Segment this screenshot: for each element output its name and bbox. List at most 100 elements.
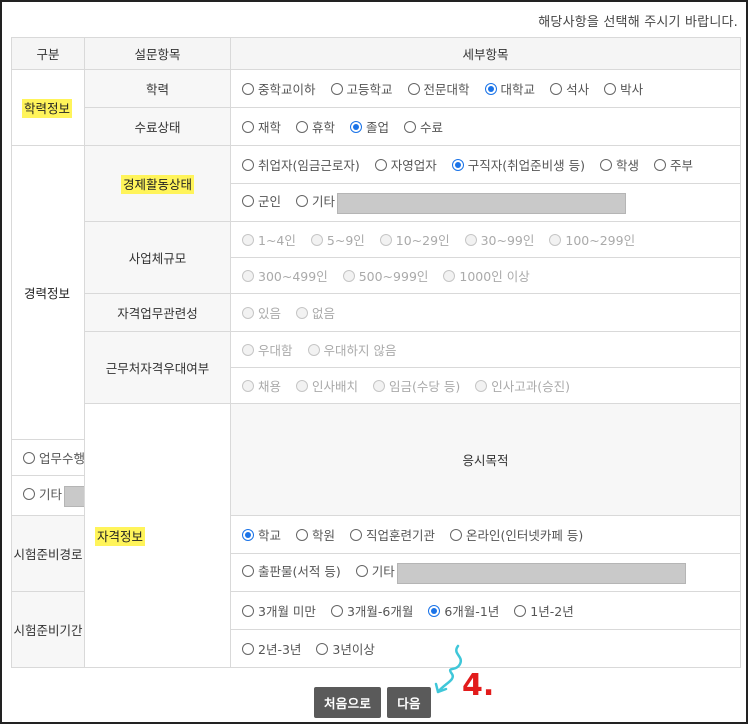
radio-option[interactable]: 졸업 xyxy=(350,117,389,136)
options-economic-2: 군인 기타 xyxy=(230,183,741,222)
radio-button-icon[interactable] xyxy=(242,604,254,617)
radio-button-icon[interactable] xyxy=(23,451,35,464)
radio-option[interactable]: 주부 xyxy=(654,155,693,174)
category-education: 학력정보 xyxy=(11,69,85,146)
radio-button-icon xyxy=(242,306,254,319)
radio-option: 30~99인 xyxy=(464,230,534,249)
radio-button-icon[interactable] xyxy=(600,158,613,171)
radio-label: 취업자(임금근로자) xyxy=(258,158,360,173)
radio-button-icon[interactable] xyxy=(350,528,363,541)
radio-button-icon[interactable] xyxy=(296,120,309,133)
category-qualification: 자격정보 xyxy=(84,403,231,668)
radio-label: 임금(수당 등) xyxy=(389,379,461,394)
radio-option[interactable]: 박사 xyxy=(604,79,643,98)
radio-option[interactable]: 기타 xyxy=(296,191,335,210)
radio-option: 없음 xyxy=(296,303,335,322)
radio-option[interactable]: 학생 xyxy=(600,155,639,174)
radio-button-icon[interactable] xyxy=(550,82,563,95)
radio-label: 업무수행능력향상 xyxy=(39,451,85,466)
radio-button-icon[interactable] xyxy=(242,528,254,541)
radio-button-icon xyxy=(242,269,254,282)
radio-button-icon[interactable] xyxy=(296,194,309,207)
radio-button-icon[interactable] xyxy=(404,120,417,133)
radio-option[interactable]: 취업자(임금근로자) xyxy=(242,155,360,174)
radio-button-icon xyxy=(464,233,477,246)
radio-option[interactable]: 대학교 xyxy=(484,79,535,98)
radio-label: 10~29인 xyxy=(395,233,450,248)
radio-option[interactable]: 자영업자 xyxy=(374,155,437,174)
radio-button-icon[interactable] xyxy=(407,82,420,95)
item-prep-route: 시험준비경로 xyxy=(11,515,85,592)
radio-option[interactable]: 3개월-6개월 xyxy=(330,601,413,620)
radio-label: 휴학 xyxy=(312,120,336,135)
radio-button-icon[interactable] xyxy=(242,642,254,655)
radio-option[interactable]: 기타 xyxy=(355,561,395,580)
radio-option: 있음 xyxy=(242,303,281,322)
radio-label: 고등학교 xyxy=(346,82,393,97)
radio-option[interactable]: 전문대학 xyxy=(407,79,470,98)
radio-button-icon[interactable] xyxy=(428,604,441,617)
radio-button-icon[interactable] xyxy=(23,487,35,500)
radio-option[interactable]: 학교 xyxy=(242,525,281,544)
radio-option[interactable]: 중학교이하 xyxy=(242,79,316,98)
radio-option[interactable]: 군인 xyxy=(242,191,281,210)
radio-option[interactable]: 구직자(취업준비생 등) xyxy=(451,155,585,174)
other-text-input[interactable] xyxy=(64,485,84,507)
radio-button-icon[interactable] xyxy=(654,158,667,171)
radio-button-icon[interactable] xyxy=(296,528,309,541)
radio-button-icon[interactable] xyxy=(451,158,464,171)
options-size-2: 300~499인 500~999인 1000인 이상 xyxy=(230,257,741,294)
radio-button-icon[interactable] xyxy=(484,82,497,95)
radio-label: 수료 xyxy=(420,120,444,135)
radio-button-icon xyxy=(296,306,309,319)
radio-option[interactable]: 1년-2년 xyxy=(514,601,574,620)
radio-button-icon[interactable] xyxy=(330,82,343,95)
radio-button-icon[interactable] xyxy=(374,158,387,171)
radio-option[interactable]: 온라인(인터넷카페 등) xyxy=(450,525,583,544)
radio-option[interactable]: 고등학교 xyxy=(330,79,393,98)
other-text-input[interactable] xyxy=(396,562,686,584)
radio-option: 채용 xyxy=(242,376,281,395)
radio-button-icon xyxy=(549,233,562,246)
radio-button-icon[interactable] xyxy=(604,82,617,95)
radio-option[interactable]: 휴학 xyxy=(296,117,335,136)
radio-option[interactable]: 업무수행능력향상 xyxy=(23,448,85,467)
radio-button-icon[interactable] xyxy=(242,564,254,577)
radio-option[interactable]: 3년이상 xyxy=(316,639,375,658)
radio-button-icon[interactable] xyxy=(350,120,363,133)
radio-label: 학교 xyxy=(258,528,282,543)
radio-option[interactable]: 2년-3년 xyxy=(242,639,301,658)
radio-option[interactable]: 3개월 미만 xyxy=(242,601,316,620)
radio-option[interactable]: 학원 xyxy=(296,525,335,544)
header-survey-item: 설문항목 xyxy=(84,37,231,70)
radio-option: 10~29인 xyxy=(379,230,450,249)
radio-button-icon[interactable] xyxy=(242,194,254,207)
radio-option[interactable]: 직업훈련기관 xyxy=(350,525,435,544)
radio-button-icon xyxy=(379,233,392,246)
radio-option[interactable]: 출판물(서적 등) xyxy=(242,561,341,580)
radio-button-icon xyxy=(475,379,488,392)
other-text-input[interactable] xyxy=(337,192,627,214)
radio-option[interactable]: 기타 xyxy=(23,484,62,503)
instruction-text: 해당사항을 선택해 주시기 바랍니다. xyxy=(538,15,738,30)
radio-button-icon[interactable] xyxy=(330,604,343,617)
radio-option[interactable]: 재학 xyxy=(242,117,281,136)
radio-button-icon[interactable] xyxy=(316,642,329,655)
radio-label: 있음 xyxy=(258,306,282,321)
radio-button-icon[interactable] xyxy=(450,528,463,541)
radio-button-icon[interactable] xyxy=(242,82,254,95)
radio-option[interactable]: 수료 xyxy=(404,117,443,136)
radio-option[interactable]: 석사 xyxy=(550,79,589,98)
first-button[interactable]: 처음으로 xyxy=(314,687,382,718)
options-degree: 중학교이하 고등학교 전문대학 대학교 석사 박사 xyxy=(230,69,741,108)
radio-button-icon[interactable] xyxy=(242,158,254,171)
item-prep-period: 시험준비기간 xyxy=(11,591,85,668)
radio-button-icon[interactable] xyxy=(355,564,368,577)
radio-label: 기타 xyxy=(312,194,336,210)
radio-button-icon[interactable] xyxy=(242,120,254,133)
radio-option: 인사배치 xyxy=(296,376,358,395)
radio-option[interactable]: 6개월-1년 xyxy=(428,601,499,620)
radio-label: 2년-3년 xyxy=(258,642,302,657)
item-economic-status: 경제활동상태 xyxy=(84,145,231,222)
radio-button-icon[interactable] xyxy=(514,604,527,617)
